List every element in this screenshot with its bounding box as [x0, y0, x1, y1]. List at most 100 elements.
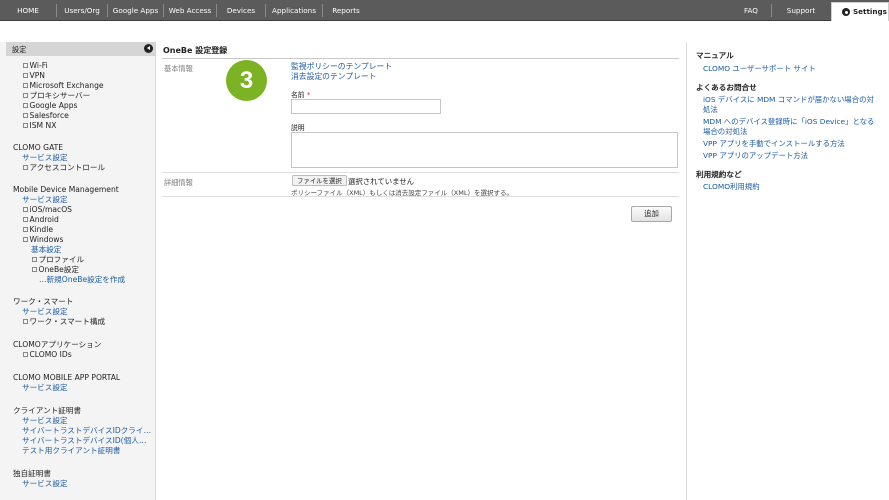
nav-home[interactable]: HOME	[0, 0, 56, 21]
manual-heading: マニュアル	[696, 51, 734, 60]
expand-icon	[23, 63, 28, 68]
sidebar-section-portal: CLOMO MOBILE APP PORTAL	[13, 373, 121, 382]
sidebar-link-mdm-service[interactable]: サービス設定	[22, 195, 68, 205]
sidebar-header-title: 設定	[12, 45, 27, 54]
top-nav: HOME Users/Org Google Apps Web Access De…	[0, 0, 889, 21]
terms-link[interactable]: CLOMO利用規約	[703, 182, 760, 192]
gear-icon	[842, 8, 850, 16]
sidebar-item-work-smart-config[interactable]: ワーク・スマート構成	[23, 317, 105, 327]
section-basic-label: 基本情報	[164, 64, 193, 73]
sidebar-item-label: Android	[29, 215, 59, 224]
nav-users-org[interactable]: Users/Org	[57, 0, 107, 21]
faq-link-mdm-command-cont[interactable]: 処法	[703, 105, 718, 115]
sidebar-item-ism-nx[interactable]: ISM NX	[23, 121, 56, 131]
collapse-sidebar-icon[interactable]	[144, 44, 153, 53]
sidebar-link-new-onebe[interactable]: …新規OneBe設定を作成	[39, 275, 125, 285]
sidebar-item-exchange[interactable]: Microsoft Exchange	[23, 81, 104, 91]
sidebar-link-portal-service[interactable]: サービス設定	[22, 383, 68, 393]
sidebar-item-wifi[interactable]: Wi-Fi	[23, 61, 48, 71]
sidebar-link-own-cert-service[interactable]: サービス設定	[22, 479, 68, 489]
faq-link-ios-device-cont[interactable]: 場合の対処法	[703, 127, 747, 137]
nav-devices[interactable]: Devices	[217, 0, 265, 21]
sidebar-item-label: プロキシサーバー	[29, 91, 91, 100]
sidebar-header: 設定	[6, 42, 156, 56]
sidebar-section-own-cert: 独自証明書	[13, 469, 51, 478]
faq-link-mdm-command[interactable]: iOS デバイスに MDM コマンドが届かない場合の対	[703, 95, 874, 105]
nav-support[interactable]: Support	[772, 0, 830, 21]
sidebar-item-access-control[interactable]: アクセスコントロール	[23, 163, 105, 173]
sidebar-link-work-smart-service[interactable]: サービス設定	[22, 307, 68, 317]
sidebar-item-onebe[interactable]: OneBe設定	[32, 265, 79, 275]
expand-icon	[23, 93, 28, 98]
expand-icon	[23, 83, 28, 88]
sidebar-item-windows[interactable]: Windows	[23, 235, 63, 245]
sidebar-item-label: OneBe設定	[38, 265, 80, 274]
sidebar-section-work-smart: ワーク・スマート	[13, 297, 74, 306]
expand-icon	[23, 217, 28, 222]
sidebar-section-clomo-app: CLOMOアプリケーション	[13, 340, 102, 349]
section-divider	[162, 196, 679, 197]
nav-applications[interactable]: Applications	[266, 0, 322, 21]
sidebar-item-android[interactable]: Android	[23, 215, 59, 225]
sidebar-section-clomo-gate: CLOMO GATE	[13, 143, 64, 152]
nav-settings-label: Settings	[853, 7, 887, 16]
sidebar-item-label: プロファイル	[38, 255, 85, 264]
expand-icon	[23, 73, 28, 78]
section-detail-label: 詳細情報	[164, 178, 193, 187]
sidebar-item-google-apps[interactable]: Google Apps	[23, 101, 77, 111]
sidebar-section-client-cert: クライアント証明書	[13, 406, 82, 415]
nav-reports[interactable]: Reports	[323, 0, 369, 21]
expand-icon	[23, 113, 28, 118]
sidebar-link-cybertrust-personal[interactable]: サイバートラストデバイスID(個人…	[22, 436, 146, 446]
sidebar-item-kindle[interactable]: Kindle	[23, 225, 53, 235]
sidebar-item-label: Google Apps	[29, 101, 78, 110]
wipe-settings-template-link[interactable]: 消去設定のテンプレート	[291, 71, 377, 82]
page-title: OneBe 設定登録	[163, 46, 228, 55]
step-badge: 3	[226, 60, 267, 101]
description-textarea[interactable]	[291, 132, 678, 168]
sidebar-item-label: CLOMO IDs	[29, 350, 72, 359]
expand-icon	[32, 257, 37, 262]
nav-web-access[interactable]: Web Access	[164, 0, 216, 21]
expand-icon	[23, 319, 28, 324]
sidebar-item-label: ワーク・スマート構成	[29, 317, 106, 326]
sidebar-item-label: Microsoft Exchange	[29, 81, 104, 90]
sidebar-item-label: Salesforce	[29, 111, 69, 120]
user-support-site-link[interactable]: CLOMO ユーザーサポート サイト	[703, 64, 816, 74]
faq-heading: よくあるお問合せ	[696, 83, 757, 92]
sidebar-section-mdm: Mobile Device Management	[13, 185, 119, 194]
sidebar-item-vpn[interactable]: VPN	[23, 71, 45, 81]
name-input[interactable]	[291, 99, 441, 114]
sidebar-item-windows-profile[interactable]: プロファイル	[32, 255, 84, 265]
sidebar-item-proxy[interactable]: プロキシサーバー	[23, 91, 90, 101]
faq-link-vpp-update[interactable]: VPP アプリのアップデート方法	[703, 151, 808, 161]
sidebar-item-label: iOS/macOS	[29, 205, 73, 214]
collapse-icon	[32, 267, 37, 272]
title-divider	[162, 58, 679, 59]
sidebar-item-clomo-ids[interactable]: CLOMO IDs	[23, 350, 72, 360]
sidebar-link-test-cert[interactable]: テスト用クライアント証明書	[22, 446, 120, 456]
sidebar-link-gate-service[interactable]: サービス設定	[22, 153, 68, 163]
name-label: 名前 *	[291, 89, 310, 99]
expand-icon	[23, 352, 28, 357]
choose-file-button[interactable]: ファイルを選択	[292, 175, 347, 186]
faq-link-ios-device[interactable]: MDM へのデバイス登録時に「iOS Device」となる	[703, 117, 874, 127]
sidebar-link-cybertrust-client[interactable]: サイバートラストデバイスIDクライ…	[22, 426, 151, 436]
nav-settings-tab[interactable]: Settings	[831, 2, 889, 21]
required-mark: *	[306, 91, 311, 99]
terms-heading: 利用規約など	[696, 170, 742, 179]
expand-icon	[23, 103, 28, 108]
sidebar-link-windows-basic[interactable]: 基本設定	[31, 245, 61, 255]
add-button[interactable]: 追加	[631, 206, 672, 222]
file-status-text: 選択されていません	[348, 177, 415, 186]
nav-faq[interactable]: FAQ	[731, 0, 771, 21]
sidebar-item-salesforce[interactable]: Salesforce	[23, 111, 69, 121]
sidebar-link-cert-service[interactable]: サービス設定	[22, 416, 68, 426]
collapse-icon	[23, 237, 28, 242]
faq-link-vpp-install[interactable]: VPP アプリを手動でインストールする方法	[703, 139, 845, 149]
nav-google-apps[interactable]: Google Apps	[108, 0, 163, 21]
name-label-text: 名前	[291, 91, 305, 99]
sidebar-item-ios-macos[interactable]: iOS/macOS	[23, 205, 72, 215]
sidebar-item-label: アクセスコントロール	[29, 163, 106, 172]
sidebar-item-label: ISM NX	[29, 121, 57, 130]
